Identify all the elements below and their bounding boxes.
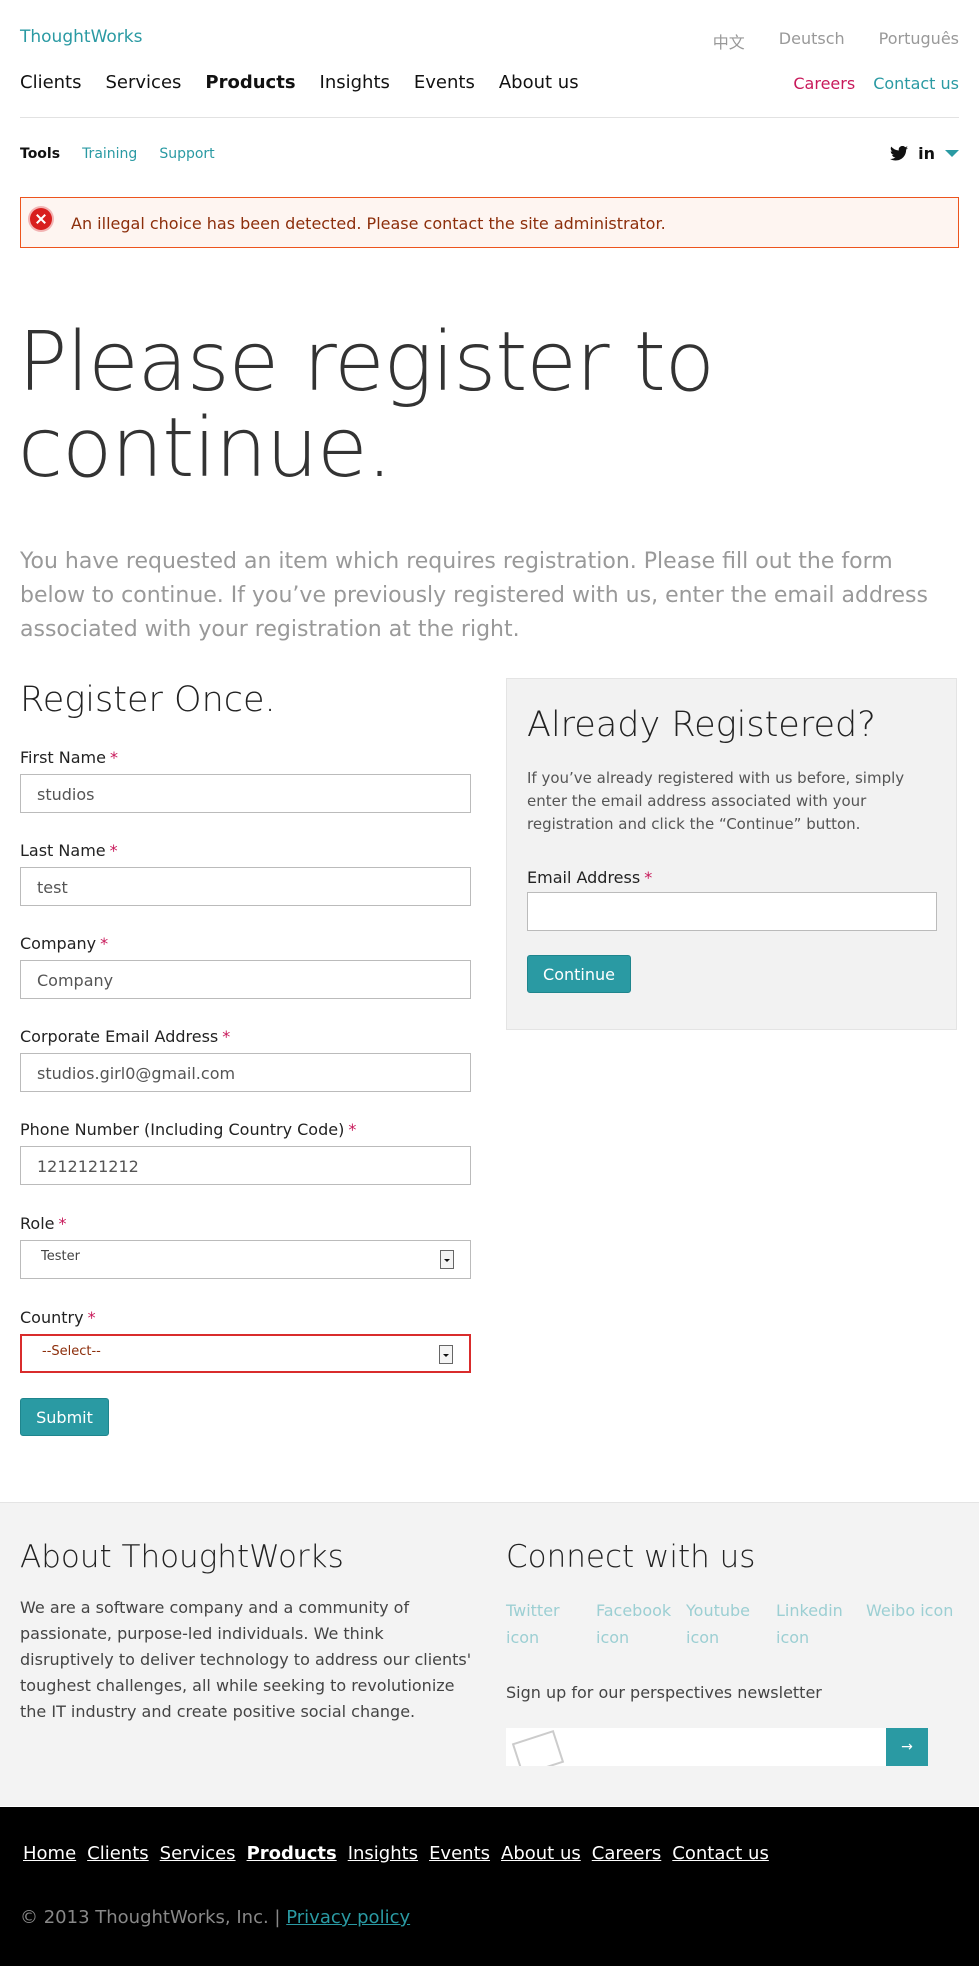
role-label: Role [20,1214,55,1233]
country-field: Country * --Select-- [20,1308,471,1373]
already-description: If you’ve already registered with us bef… [527,769,905,833]
footer-link-products[interactable]: Products [247,1843,337,1864]
nav-about-us[interactable]: About us [499,72,579,93]
footer-link-insights[interactable]: Insights [348,1843,418,1864]
already-email-input[interactable] [527,892,937,931]
connect-title: Connect with us [506,1539,756,1575]
footer-link-home[interactable]: Home [23,1843,76,1864]
first-name-label: First Name [20,748,106,767]
required-mark: * [109,748,118,767]
social-icons: Twitter icon Facebook icon Youtube icon … [506,1597,956,1651]
footer-link-careers[interactable]: Careers [592,1843,662,1864]
country-select[interactable]: --Select-- [20,1334,471,1373]
about-title: About ThoughtWorks [20,1539,344,1575]
select-arrow-icon[interactable] [440,1250,454,1269]
email-label: Corporate Email Address [20,1027,219,1046]
footer-link-clients[interactable]: Clients [87,1843,149,1864]
required-mark: * [100,934,109,953]
footer-link-services[interactable]: Services [160,1843,236,1864]
language-switcher: 中文 Deutsch Português [713,29,959,53]
footer-link-events[interactable]: Events [429,1843,490,1864]
header-divider [20,117,959,118]
already-registered-panel: Already Registered? If you’ve already re… [506,678,957,1030]
required-mark: * [109,841,118,860]
first-name-input[interactable]: studios [20,774,471,813]
phone-input[interactable]: 1212121212 [20,1146,471,1185]
bottom-bar: Home Clients Services Products Insights … [0,1807,979,1966]
error-text: An illegal choice has been detected. Ple… [71,214,666,233]
continue-button[interactable]: Continue [527,955,631,993]
footer: About ThoughtWorks We are a software com… [0,1502,979,1806]
newsletter-input[interactable] [506,1728,888,1766]
last-name-field: Last Name * test [20,841,471,906]
intro-text: You have requested an item which require… [20,549,928,642]
subnav-training[interactable]: Training [82,146,137,162]
subnav-tools[interactable]: Tools [20,146,60,162]
lang-german[interactable]: Deutsch [779,29,845,53]
required-mark: * [222,1027,231,1046]
required-mark: * [58,1214,67,1233]
page-title: Please register to continue. [18,315,715,496]
social-header: in [890,144,959,163]
first-name-field: First Name * studios [20,748,471,813]
logo[interactable]: ThoughtWorks [20,27,142,47]
copyright-text: © 2013 ThoughtWorks, Inc. | [20,1907,281,1928]
role-field: Role * Tester [20,1214,471,1279]
required-mark: * [348,1120,357,1139]
nav-clients[interactable]: Clients [20,72,82,93]
country-label: Country [20,1308,84,1327]
contact-link[interactable]: Contact us [873,74,959,93]
linkedin-icon[interactable]: in [918,144,935,163]
company-field: Company * Company [20,934,471,999]
role-select[interactable]: Tester [20,1240,471,1279]
envelope-icon [511,1730,565,1766]
privacy-policy-link[interactable]: Privacy policy [286,1907,410,1928]
country-value: --Select-- [42,1344,101,1359]
register-title: Register Once. [20,680,276,720]
required-mark: * [644,868,653,887]
already-email-label: Email Address [527,868,641,887]
copyright: © 2013 ThoughtWorks, Inc. | Privacy poli… [20,1907,410,1928]
subnav-support[interactable]: Support [159,146,214,162]
error-message: An illegal choice has been detected. Ple… [20,197,959,248]
nav-insights[interactable]: Insights [320,72,390,93]
linkedin-icon[interactable]: Linkedin icon [776,1597,866,1651]
phone-label: Phone Number (Including Country Code) [20,1120,345,1139]
facebook-icon[interactable]: Facebook icon [596,1597,686,1651]
lang-chinese[interactable]: 中文 [713,29,745,53]
footer-link-about-us[interactable]: About us [501,1843,581,1864]
required-mark: * [87,1308,96,1327]
youtube-icon[interactable]: Youtube icon [686,1597,776,1651]
last-name-input[interactable]: test [20,867,471,906]
nav-services[interactable]: Services [106,72,182,93]
footer-link-contact-us[interactable]: Contact us [672,1843,769,1864]
sub-nav: Tools Training Support [20,146,215,162]
newsletter-label: Sign up for our perspectives newsletter [506,1683,822,1702]
main-nav: Clients Services Products Insights Event… [20,72,579,93]
utility-nav: Careers Contact us [793,74,959,93]
weibo-icon[interactable]: Weibo icon [866,1597,956,1651]
last-name-label: Last Name [20,841,106,860]
already-title: Already Registered? [527,705,876,745]
careers-link[interactable]: Careers [793,74,855,93]
nav-products[interactable]: Products [205,72,295,93]
lang-portuguese[interactable]: Português [879,29,959,53]
nav-events[interactable]: Events [414,72,475,93]
role-value: Tester [41,1249,80,1264]
about-text: We are a software company and a communit… [20,1598,472,1721]
twitter-icon[interactable]: Twitter icon [506,1597,596,1651]
footer-nav: Home Clients Services Products Insights … [23,1843,769,1864]
email-input[interactable]: studios.girl0@gmail.com [20,1053,471,1092]
twitter-icon[interactable] [890,146,909,161]
phone-field: Phone Number (Including Country Code) * 1… [20,1120,471,1185]
chevron-down-icon[interactable] [945,150,959,157]
newsletter-submit-button[interactable]: → [886,1728,928,1766]
error-icon [30,208,52,230]
company-label: Company [20,934,97,953]
email-field: Corporate Email Address * studios.girl0@g… [20,1027,471,1092]
submit-button[interactable]: Submit [20,1398,109,1436]
company-input[interactable]: Company [20,960,471,999]
select-arrow-icon[interactable] [439,1345,453,1364]
